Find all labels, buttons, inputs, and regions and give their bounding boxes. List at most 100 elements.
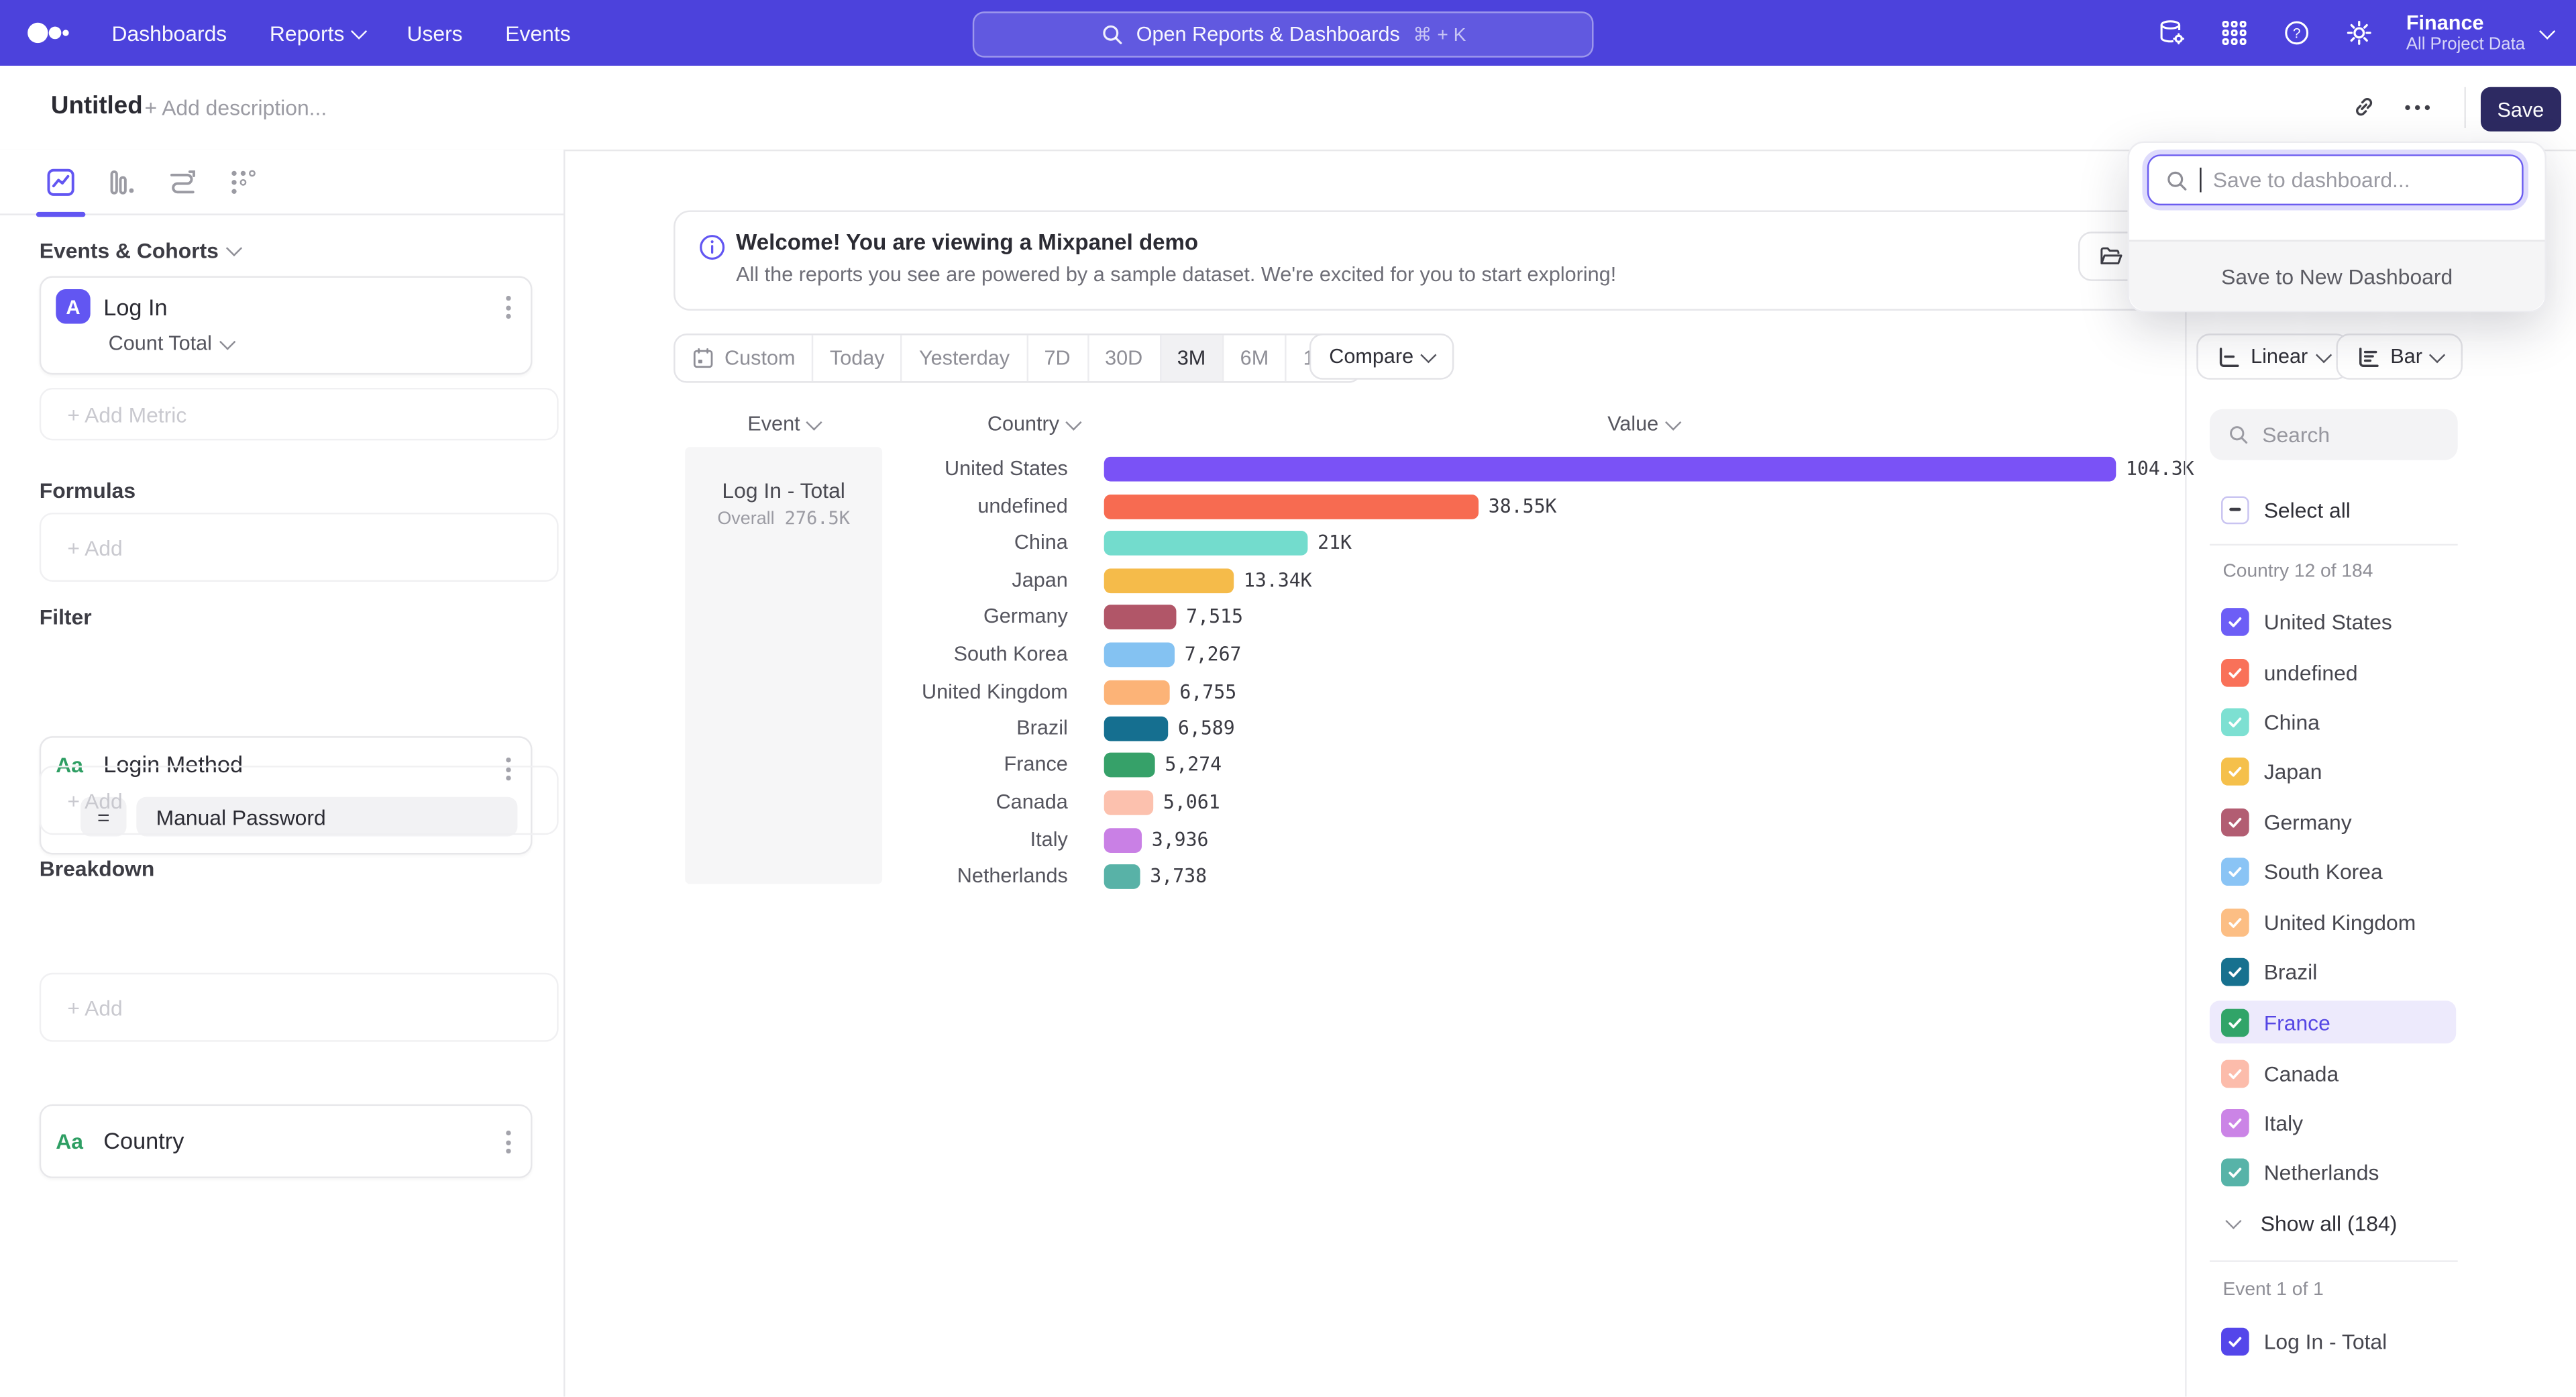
event-name[interactable]: Log In	[103, 294, 167, 320]
nav-item-reports[interactable]: Reports	[270, 21, 364, 46]
breakdown-card[interactable]: Aa Country	[40, 1104, 533, 1178]
mixpanel-logo-icon[interactable]	[26, 19, 69, 46]
event-aggregation-select[interactable]: Count Total	[109, 332, 233, 355]
country-checkbox[interactable]	[2221, 1157, 2249, 1186]
events-cohorts-header[interactable]: Events & Cohorts	[40, 238, 529, 263]
country-filter-row[interactable]: France	[2210, 1000, 2456, 1043]
chart-bar[interactable]	[1104, 827, 1142, 852]
country-filter-row[interactable]: United States	[2210, 600, 2456, 643]
chart-bar[interactable]	[1104, 752, 1155, 776]
event-checkbox[interactable]	[2221, 1327, 2249, 1355]
range-7d[interactable]: 7D	[1026, 335, 1087, 382]
range-today[interactable]: Today	[812, 335, 901, 382]
country-checkbox[interactable]	[2221, 707, 2249, 735]
select-all-row[interactable]: Select all	[2210, 488, 2456, 531]
settings-gear-icon[interactable]	[2344, 18, 2373, 48]
column-header-value[interactable]: Value	[1544, 413, 1741, 435]
country-checkbox[interactable]	[2221, 908, 2249, 936]
chart-bar[interactable]	[1104, 790, 1153, 815]
country-filter-row[interactable]: Italy	[2210, 1101, 2456, 1144]
country-checkbox[interactable]	[2221, 658, 2249, 686]
chart-row: Japan13.34K	[572, 562, 1311, 599]
chart-bar[interactable]	[1104, 456, 2116, 481]
add-metric-button[interactable]: + Add Metric	[40, 388, 559, 440]
chart-bar[interactable]	[1104, 641, 1175, 666]
scale-select[interactable]: Linear	[2196, 333, 2349, 380]
country-filter-row[interactable]: Brazil	[2210, 950, 2456, 993]
copy-link-button[interactable]	[2351, 94, 2377, 120]
chart-type-select[interactable]: Bar	[2336, 333, 2463, 380]
save-button[interactable]: Save	[2481, 87, 2561, 132]
chart-row: France5,274	[572, 746, 1222, 782]
country-filter-row[interactable]: Canada	[2210, 1051, 2456, 1094]
chart-bar[interactable]	[1104, 530, 1308, 555]
tab-insights[interactable]	[44, 165, 77, 198]
event-filter-row[interactable]: Log In - Total	[2210, 1320, 2456, 1363]
bar-chart-icon	[2356, 344, 2381, 369]
add-formula-button[interactable]: + Add	[40, 513, 559, 582]
add-filter-button[interactable]: + Add	[40, 766, 559, 835]
add-breakdown-button[interactable]: + Add	[40, 973, 559, 1042]
project-switcher[interactable]: Finance All Project Data	[2406, 11, 2553, 54]
country-filter-row[interactable]: undefined	[2210, 651, 2456, 694]
report-type-tabs	[0, 150, 564, 215]
country-checkbox[interactable]	[2221, 757, 2249, 785]
add-description-field[interactable]: + Add description...	[145, 95, 327, 120]
project-name: Finance	[2406, 11, 2525, 34]
formulas-header: Formulas	[40, 478, 529, 503]
global-search-input[interactable]: Open Reports & Dashboards ⌘ + K	[973, 11, 1594, 58]
linear-axis-icon	[2216, 344, 2241, 369]
country-checkbox[interactable]	[2221, 808, 2249, 836]
show-all-toggle[interactable]: Show all (184)	[2210, 1201, 2456, 1244]
nav-item-events[interactable]: Events	[505, 21, 570, 46]
chart-bar[interactable]	[1104, 680, 1170, 705]
country-filter-row[interactable]: China	[2210, 700, 2456, 743]
breakdown-kebab-menu[interactable]	[506, 1131, 511, 1153]
chart-bar[interactable]	[1104, 864, 1140, 888]
country-filter-row[interactable]: United Kingdom	[2210, 900, 2456, 943]
country-checkbox[interactable]	[2221, 1059, 2249, 1087]
compare-button[interactable]: Compare	[1309, 333, 1455, 380]
chart-bar[interactable]	[1104, 568, 1234, 592]
country-filter-row[interactable]: Netherlands	[2210, 1150, 2456, 1193]
column-header-country[interactable]: Country	[987, 413, 1079, 435]
country-checkbox[interactable]	[2221, 1008, 2249, 1036]
select-all-checkbox[interactable]	[2221, 495, 2249, 523]
breakdown-property-name[interactable]: Country	[103, 1127, 184, 1153]
country-filter-row[interactable]: South Korea	[2210, 849, 2456, 892]
event-kebab-menu[interactable]	[506, 296, 511, 319]
chart-bar[interactable]	[1104, 604, 1177, 629]
report-title[interactable]: Untitled	[51, 92, 143, 120]
range-3m[interactable]: 3M	[1159, 335, 1222, 382]
data-management-icon[interactable]	[2157, 18, 2186, 48]
country-checkbox[interactable]	[2221, 1108, 2249, 1137]
range-custom[interactable]: Custom	[676, 335, 812, 382]
more-options-button[interactable]	[2405, 105, 2430, 110]
chart-row: China21K	[572, 524, 1352, 560]
save-to-new-dashboard-button[interactable]: Save to New Dashboard	[2129, 240, 2545, 311]
legend-search-input[interactable]: Search	[2210, 409, 2458, 460]
shortcut-hint: ⌘ + K	[1413, 23, 1466, 46]
chart-row: undefined38.55K	[572, 488, 1556, 524]
help-icon[interactable]: ?	[2282, 18, 2311, 48]
range-yesterday[interactable]: Yesterday	[901, 335, 1026, 382]
nav-item-dashboards[interactable]: Dashboards	[112, 21, 227, 46]
column-header-event[interactable]: Event	[685, 413, 882, 435]
country-filter-row[interactable]: Japan	[2210, 749, 2456, 792]
tab-funnels[interactable]	[105, 165, 138, 198]
apps-grid-icon[interactable]	[2219, 18, 2249, 48]
sidebar-divider	[2210, 1260, 2458, 1261]
country-checkbox[interactable]	[2221, 958, 2249, 986]
event-card[interactable]: A Log In Count Total	[40, 276, 533, 374]
save-dashboard-search-input[interactable]: Save to dashboard...	[2147, 154, 2524, 205]
tab-flows[interactable]	[166, 165, 199, 198]
chart-bar[interactable]	[1104, 494, 1479, 519]
tab-retention[interactable]	[227, 165, 260, 198]
country-filter-row[interactable]: Germany	[2210, 800, 2456, 843]
country-checkbox[interactable]	[2221, 857, 2249, 885]
nav-item-users[interactable]: Users	[407, 21, 462, 46]
country-checkbox[interactable]	[2221, 607, 2249, 635]
range-30d[interactable]: 30D	[1087, 335, 1159, 382]
chart-bar[interactable]	[1104, 716, 1169, 741]
range-6m[interactable]: 6M	[1222, 335, 1285, 382]
